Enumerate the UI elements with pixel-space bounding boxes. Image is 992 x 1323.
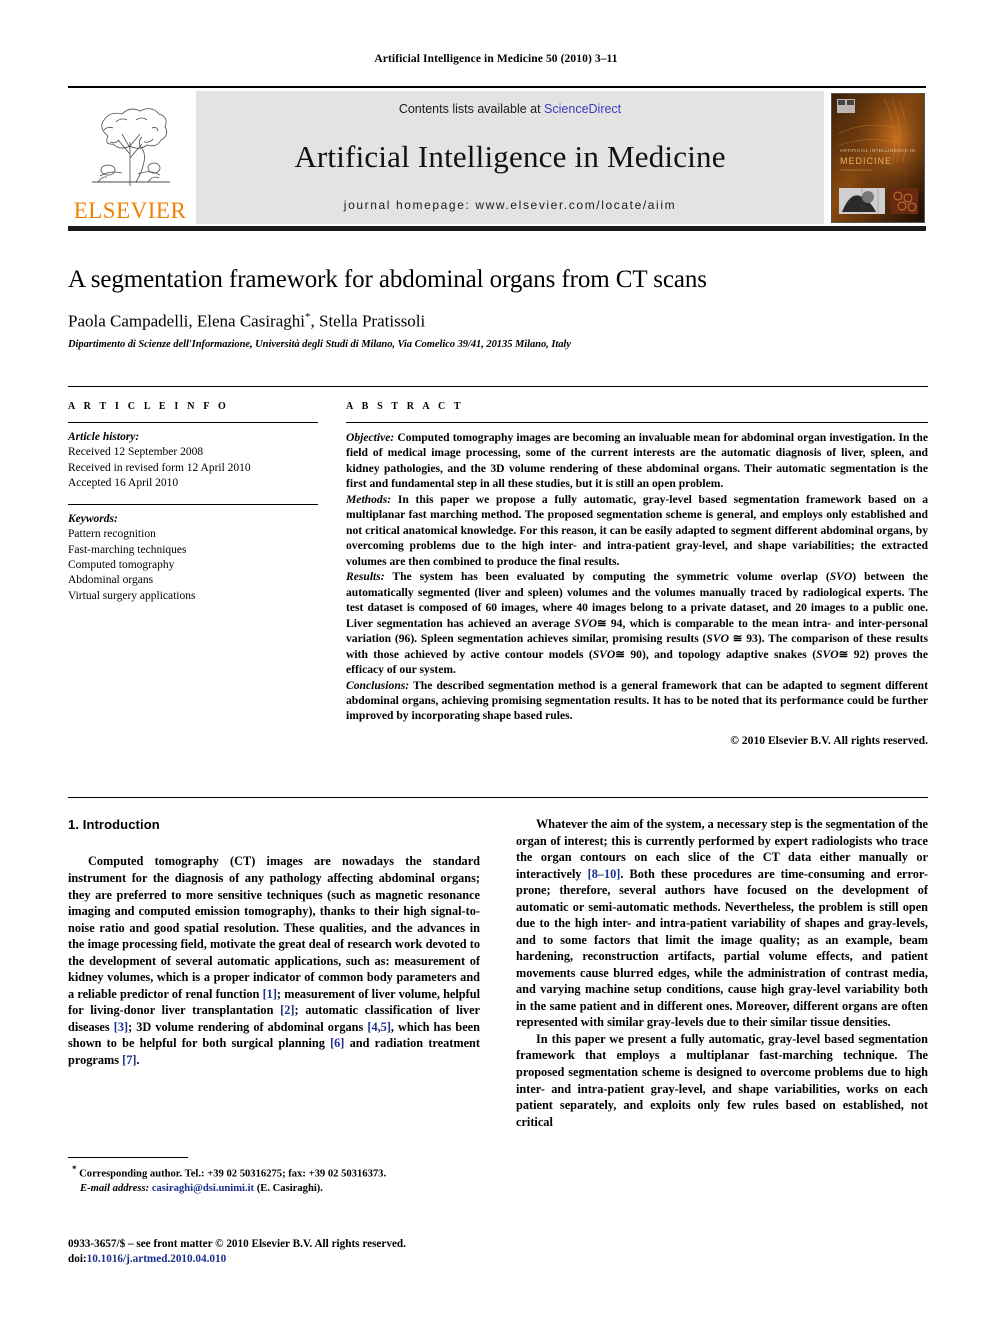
email-tail: (E. Casiraghi). [254, 1182, 323, 1194]
corresponding-author-note: * Corresponding author. Tel.: +39 02 503… [68, 1163, 480, 1182]
contents-prefix: Contents lists available at [398, 102, 545, 116]
cover-artwork-icon: ARTIFICIAL INTELLIGENCE IN MEDICINE An I… [832, 93, 924, 222]
intro-text-d: ; 3D volume rendering of abdominal organ… [128, 1019, 368, 1034]
abstract-objective: Objective: Computed tomography images ar… [346, 430, 928, 492]
elsevier-tree-icon [92, 108, 170, 186]
citation-ref[interactable]: [3] [114, 1020, 128, 1034]
history-item: Received in revised form 12 April 2010 [68, 461, 251, 474]
keyword-item: Computed tomography [68, 558, 175, 571]
results-text-1: The system has been evaluated by computi… [384, 570, 830, 584]
objective-text: Computed tomography images are becoming … [346, 431, 928, 491]
svo-abbrev: SVO [574, 616, 597, 630]
article-info-heading: A R T I C L E I N F O [68, 401, 229, 412]
author-list: Paola Campadelli, Elena Casiraghi*, Stel… [68, 311, 928, 332]
page-title: A segmentation framework for abdominal o… [68, 266, 707, 293]
history-item: Accepted 16 April 2010 [68, 476, 179, 489]
email-note: E-mail address: casiraghi@dsi.unimi.it (… [68, 1182, 480, 1196]
citation-ref[interactable]: [2] [280, 1003, 294, 1017]
body-columns: 1. Introduction Computed tomography (CT)… [68, 797, 928, 1130]
paper-page: Artificial Intelligence in Medicine 50 (… [0, 0, 992, 1323]
journal-homepage[interactable]: journal homepage: www.elsevier.com/locat… [344, 198, 676, 212]
abstract-body: Objective: Computed tomography images ar… [346, 430, 928, 748]
sciencedirect-link[interactable]: ScienceDirect [544, 102, 621, 116]
keyword-item: Virtual surgery applications [68, 589, 196, 602]
methods-label: Methods: [346, 492, 392, 506]
doi-link[interactable]: 10.1016/j.artmed.2010.04.010 [87, 1253, 227, 1265]
methods-text: In this paper we propose a fully automat… [346, 492, 928, 568]
doi-line: doi:10.1016/j.artmed.2010.04.010 [68, 1252, 498, 1267]
intro-text-a: Computed tomography (CT) images are nowa… [68, 854, 480, 1001]
divider [68, 422, 318, 423]
svo-abbrev: SVO [816, 647, 839, 661]
article-info-column: A R T I C L E I N F O Article history: R… [68, 401, 318, 748]
footnote-block: * Corresponding author. Tel.: +39 02 503… [68, 1157, 480, 1196]
doi-label: doi: [68, 1253, 87, 1266]
abstract-copyright: © 2010 Elsevier B.V. All rights reserved… [730, 733, 928, 747]
results-label: Results: [346, 570, 385, 584]
journal-masthead: ELSEVIER Contents lists available at Sci… [68, 86, 926, 231]
results-text-5: ≅ 90), and topology adaptive snakes ( [615, 647, 817, 661]
masthead-center: Contents lists available at ScienceDirec… [196, 91, 824, 224]
svg-text:An International Journal: An International Journal [840, 168, 872, 172]
conclusions-label: Conclusions: [346, 678, 410, 692]
intro-paragraph-1: Computed tomography (CT) images are nowa… [68, 853, 480, 1068]
abstract-column: A B S T R A C T Objective: Computed tomo… [346, 401, 928, 748]
body-column-left: 1. Introduction Computed tomography (CT)… [68, 816, 480, 1130]
intro-paragraph-3: In this paper we present a fully automat… [516, 1031, 928, 1129]
intro-right-b: . Both these procedures are time-consumi… [516, 866, 928, 1030]
abstract-methods: Methods: In this paper we propose a full… [346, 492, 928, 569]
citation-ref[interactable]: [7] [122, 1053, 136, 1067]
keywords-list: Keywords: Pattern recognition Fast-march… [68, 512, 318, 604]
email-link[interactable]: casiraghi@dsi.unimi.it [152, 1183, 254, 1194]
affiliation: Dipartimento di Scienze dell'Informazion… [68, 339, 571, 351]
conclusions-text: The described segmentation method is a g… [346, 678, 928, 723]
abstract-results: Results: The system has been evaluated b… [346, 569, 928, 677]
journal-cover-thumbnail: ARTIFICIAL INTELLIGENCE IN MEDICINE An I… [831, 92, 925, 223]
title-block: A segmentation framework for abdominal o… [68, 266, 928, 350]
divider [346, 422, 928, 423]
history-item: Received 12 September 2008 [68, 446, 204, 459]
journal-cover: ARTIFICIAL INTELLIGENCE IN MEDICINE An I… [830, 91, 926, 224]
abstract-conclusions: Conclusions: The described segmentation … [346, 678, 928, 724]
corresponding-author-text: Corresponding author. Tel.: +39 02 50316… [79, 1168, 387, 1180]
intro-text-g: . [136, 1052, 140, 1067]
section-heading-introduction: 1. Introduction [68, 817, 160, 832]
article-history-label: Article history: [68, 431, 140, 443]
asterisk-icon: * [72, 1164, 77, 1174]
journal-title: Artificial Intelligence in Medicine [294, 139, 726, 174]
abstract-heading: A B S T R A C T [346, 401, 464, 412]
citation-ref[interactable]: [4,5] [367, 1020, 391, 1034]
keyword-item: Pattern recognition [68, 528, 156, 541]
keyword-item: Fast-marching techniques [68, 543, 187, 556]
running-head: Artificial Intelligence in Medicine 50 (… [374, 53, 618, 65]
authors-main: Paola Campadelli, Elena Casiraghi [68, 311, 305, 331]
keywords-label: Keywords: [68, 513, 118, 526]
email-label: E-mail address: [80, 1182, 150, 1194]
svg-text:MEDICINE: MEDICINE [840, 156, 892, 166]
contents-available-line: Contents lists available at ScienceDirec… [399, 102, 621, 116]
svo-abbrev: SVO [706, 632, 729, 646]
svo-abbrev: SVO [592, 647, 616, 661]
objective-label: Objective: [346, 431, 395, 444]
elsevier-logo: ELSEVIER [68, 91, 192, 224]
svg-text:ARTIFICIAL INTELLIGENCE IN: ARTIFICIAL INTELLIGENCE IN [840, 148, 915, 153]
keyword-item: Abdominal organs [68, 574, 154, 587]
citation-ref[interactable]: [1] [263, 987, 277, 1001]
intro-paragraph-2: Whatever the aim of the system, a necess… [516, 816, 928, 1031]
body-column-right: Whatever the aim of the system, a necess… [516, 816, 928, 1130]
citation-ref[interactable]: [8–10] [588, 867, 621, 881]
footnote-divider [68, 1157, 188, 1158]
elsevier-wordmark: ELSEVIER [73, 198, 187, 223]
svo-abbrev: SVO [829, 570, 853, 584]
citation-ref[interactable]: [6] [330, 1036, 344, 1050]
divider [68, 504, 318, 506]
issn-copyright-block: 0933-3657/$ – see front matter © 2010 El… [68, 1237, 498, 1268]
authors-tail: , Stella Pratissoli [310, 311, 426, 331]
info-abstract-band: A R T I C L E I N F O Article history: R… [68, 386, 928, 748]
article-history: Article history: Received 12 September 2… [68, 430, 318, 491]
issn-line: 0933-3657/$ – see front matter © 2010 El… [68, 1238, 406, 1250]
